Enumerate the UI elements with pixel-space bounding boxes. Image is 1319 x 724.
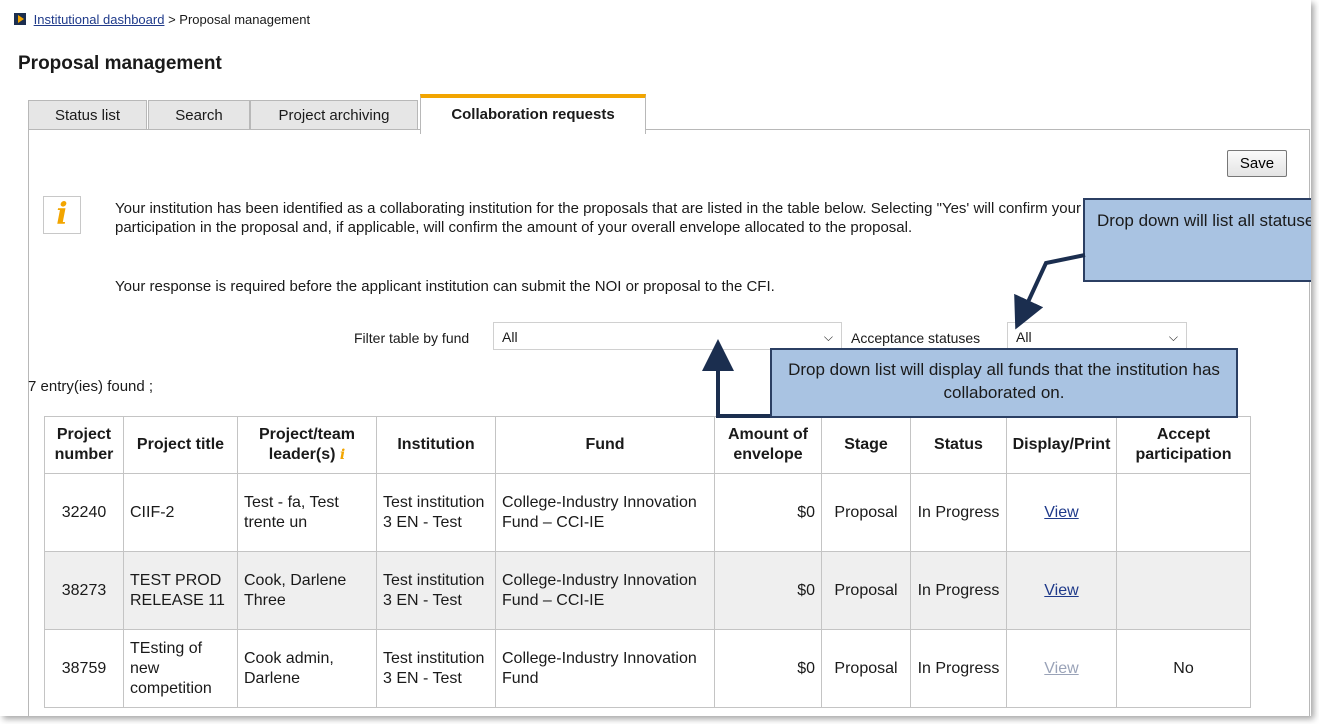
fund-filter-select[interactable]: All ⌵	[493, 322, 842, 350]
col-display-print[interactable]: Display/Print	[1006, 416, 1117, 474]
cell-stage: Proposal	[821, 473, 911, 552]
info-message: Your institution has been identified as …	[115, 200, 1081, 236]
cell-institution: Test institution 3 EN - Test	[376, 473, 496, 552]
table-row: 38759 TEsting of new competition Cook ad…	[44, 629, 1251, 708]
chevron-down-icon: ⌵	[823, 330, 833, 344]
cell-stage: Proposal	[821, 551, 911, 630]
info-icon: i	[43, 196, 81, 234]
table-row: 32240 CIIF-2 Test - fa, Test trente un T…	[44, 473, 1251, 552]
cell-project-number: 32240	[44, 473, 124, 552]
cell-fund: College-Industry Innovation Fund – CCI-I…	[495, 473, 715, 552]
view-link-disabled[interactable]: View	[1044, 660, 1078, 677]
cell-accept	[1116, 551, 1251, 630]
cell-amount: $0	[714, 629, 822, 708]
info-message-required: Your response is required before the app…	[115, 278, 775, 295]
col-team-leader[interactable]: Project/team leader(s) i	[237, 416, 377, 474]
cell-display: View	[1006, 473, 1117, 552]
breadcrumb-current: Proposal management	[179, 12, 311, 27]
view-link[interactable]: View	[1044, 504, 1078, 521]
cell-team-leader: Cook admin, Darlene	[237, 629, 377, 708]
cell-stage: Proposal	[821, 629, 911, 708]
tab-project-archiving[interactable]: Project archiving	[250, 100, 418, 130]
cell-team-leader: Cook, Darlene Three	[237, 551, 377, 630]
acceptance-status-label: Acceptance statuses	[851, 330, 981, 346]
col-project-title[interactable]: Project title	[123, 416, 238, 474]
app-frame: Institutional dashboard > Proposal manag…	[0, 0, 1311, 716]
breadcrumb: Institutional dashboard > Proposal manag…	[14, 12, 310, 27]
cell-project-title: CIIF-2	[123, 473, 238, 552]
cell-status: In Progress	[910, 629, 1007, 708]
cell-fund: College-Industry Innovation Fund	[495, 629, 715, 708]
page-title: Proposal management	[18, 53, 222, 74]
col-status[interactable]: Status	[910, 416, 1007, 474]
col-fund[interactable]: Fund	[495, 416, 715, 474]
col-project-number[interactable]: Project number	[44, 416, 124, 474]
cell-project-title: TEsting of new competition	[123, 629, 238, 708]
filter-fund-label: Filter table by fund	[354, 330, 470, 346]
view-link[interactable]: View	[1044, 582, 1078, 599]
cell-project-number: 38759	[44, 629, 124, 708]
table-row: 38273 TEST PROD RELEASE 11 Cook, Darlene…	[44, 551, 1251, 630]
cell-status: In Progress	[910, 551, 1007, 630]
col-accept-participation[interactable]: Accept participation	[1116, 416, 1251, 474]
callout-funds: Drop down list will display all funds th…	[770, 348, 1238, 418]
col-institution[interactable]: Institution	[376, 416, 496, 474]
tab-status-list[interactable]: Status list	[28, 100, 147, 130]
cell-project-number: 38273	[44, 551, 124, 630]
cell-institution: Test institution 3 EN - Test	[376, 551, 496, 630]
entries-count: 7 entry(ies) found ;	[28, 378, 154, 395]
cell-amount: $0	[714, 473, 822, 552]
acceptance-status-select[interactable]: All ⌵	[1007, 322, 1187, 350]
chevron-down-icon: ⌵	[1168, 330, 1178, 344]
cell-fund: College-Industry Innovation Fund – CCI-I…	[495, 551, 715, 630]
cell-institution: Test institution 3 EN - Test	[376, 629, 496, 708]
col-amount[interactable]: Amount of envelope	[714, 416, 822, 474]
save-button[interactable]: Save	[1227, 150, 1287, 177]
breadcrumb-separator: >	[168, 12, 176, 27]
acceptance-status-value: All	[1016, 329, 1032, 345]
callout-statuses: Drop down will list all statuses the ins…	[1083, 198, 1311, 282]
cell-team-leader: Test - fa, Test trente un	[237, 473, 377, 552]
cell-project-title: TEST PROD RELEASE 11	[123, 551, 238, 630]
cell-accept	[1116, 473, 1251, 552]
cell-amount: $0	[714, 551, 822, 630]
tab-search[interactable]: Search	[148, 100, 250, 130]
arrow-right-icon	[14, 13, 26, 25]
tab-collaboration-requests[interactable]: Collaboration requests	[420, 94, 646, 134]
cell-display: View	[1006, 629, 1117, 708]
cell-status: In Progress	[910, 473, 1007, 552]
fund-filter-value: All	[502, 329, 518, 345]
collaboration-table: Project number Project title Project/tea…	[44, 416, 1251, 708]
info-icon: i	[339, 447, 346, 463]
cell-display: View	[1006, 551, 1117, 630]
cell-accept: No	[1116, 629, 1251, 708]
breadcrumb-link-dashboard[interactable]: Institutional dashboard	[34, 12, 165, 27]
table-header-row: Project number Project title Project/tea…	[44, 416, 1251, 474]
col-stage[interactable]: Stage	[821, 416, 911, 474]
